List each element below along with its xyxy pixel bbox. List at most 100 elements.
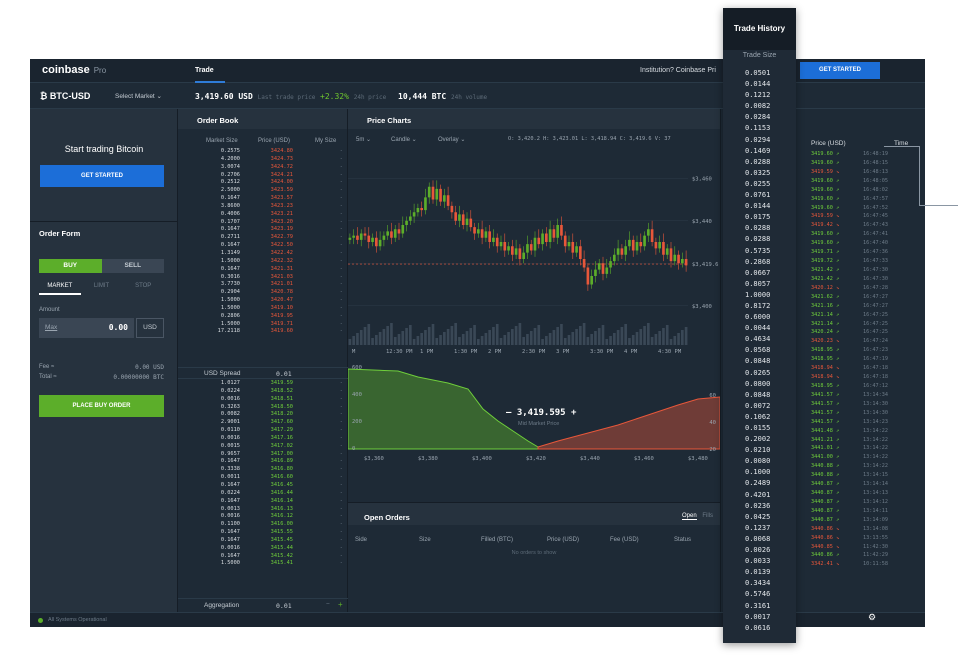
order-book-row[interactable]: 0.0016 3418.51 - [178,396,348,404]
order-book-row[interactable]: 0.2575 3424.80 - [178,148,348,156]
order-book-row[interactable]: 0.2512 3424.00 - [178,179,348,187]
order-book-row[interactable]: 0.3016 3421.03 - [178,274,348,282]
candle [575,246,578,253]
order-book-row[interactable]: 1.0127 3419.59 - [178,380,348,388]
order-book-row[interactable]: 0.1100 3416.00 - [178,521,348,529]
order-book-row[interactable]: 0.0110 3417.29 - [178,427,348,435]
order-book-row[interactable]: 0.1647 3423.57 - [178,195,348,203]
row-price: 3418.50 [270,403,293,410]
order-book-row[interactable]: 0.0016 3417.16 - [178,435,348,443]
order-book-row[interactable]: 0.0224 3418.52 - [178,388,348,396]
trade-time: 16:47:33 [863,258,888,265]
select-market-dropdown[interactable]: Select Market ⌄ [115,92,162,100]
depth-y-tick: 60 [709,393,716,399]
order-book-row[interactable]: 0.1647 3416.45 - [178,482,348,490]
order-book-row[interactable]: 1.5000 3422.32 - [178,258,348,266]
logo[interactable]: coinbase Pro [42,64,106,76]
order-book-row[interactable]: 0.3338 3416.80 - [178,466,348,474]
volume-bar [548,333,552,345]
trade-size: 0.0255 [745,179,771,188]
order-book-row[interactable]: 0.0016 3415.44 - [178,545,348,553]
row-my-size: - [339,312,343,319]
no-orders-message: No orders to show [511,550,557,556]
order-book-row[interactable]: 0.1647 3422.50 - [178,242,348,250]
trade-size: 0.0284 [745,113,771,122]
chart-type-dropdown[interactable]: Candle ⌄ [391,136,417,143]
order-book-row[interactable]: 0.0224 3416.44 - [178,490,348,498]
order-book-row[interactable]: 1.5000 3415.41 - [178,560,348,568]
order-book-row[interactable]: 0.0015 3417.02 - [178,443,348,451]
order-book-row[interactable]: 0.1647 3415.45 - [178,537,348,545]
order-book-row[interactable]: 1.5000 3420.47 - [178,297,348,305]
candlestick-chart[interactable]: $3,460 $3,440 $3,419.6 $3,400 M 12:30 PM 1 PM 1… [348,149,720,357]
trade-time: 16:47:24 [863,338,888,345]
order-book-row[interactable]: 0.1647 3416.14 - [178,498,348,506]
tab-stop[interactable]: STOP [122,283,164,295]
order-book-row[interactable]: 3.7730 3421.01 - [178,281,348,289]
order-book-row[interactable]: 3.0074 3424.72 - [178,164,348,172]
max-link[interactable]: Max [45,324,57,331]
row-price: 3417.00 [270,450,293,457]
order-book-row[interactable]: 0.1647 3415.55 - [178,529,348,537]
order-book-row[interactable]: 0.9657 3417.00 - [178,451,348,459]
depth-x-tick: $3,460 [634,456,654,462]
order-book-row[interactable]: 0.2806 3419.95 - [178,313,348,321]
overlay-dropdown[interactable]: Overlay ⌄ [438,136,465,143]
order-book-row[interactable]: 2.5000 3423.59 - [178,187,348,195]
order-book-row[interactable]: 17.2118 3419.60 - [178,328,348,336]
order-book-row[interactable]: 0.1647 3415.42 - [178,553,348,561]
trade-size: 0.0616 [745,623,771,632]
top-get-started-button[interactable]: GET STARTED [800,62,880,79]
row-size: 0.0224 [220,387,240,394]
tab-open[interactable]: Open [682,513,697,520]
candle [450,205,454,213]
volume-bar [488,330,491,345]
aggregation-minus-button[interactable]: − [326,601,330,608]
order-book-row[interactable]: 0.2706 3424.21 - [178,172,348,180]
order-book-row[interactable]: 0.4006 3423.21 - [178,211,348,219]
candle [586,267,590,285]
order-book-row[interactable]: 0.0011 3416.60 - [178,474,348,482]
order-book-row[interactable]: 0.1647 3416.89 - [178,458,348,466]
tab-fills[interactable]: Fills [702,513,713,519]
order-book-row[interactable]: 0.1647 3423.19 - [178,226,348,234]
buy-tab[interactable]: BUY [39,259,102,273]
order-book-row[interactable]: 0.2904 3420.78 - [178,289,348,297]
tab-limit[interactable]: LIMIT [81,283,123,295]
volume-bar [473,325,476,345]
order-book-row[interactable]: 1.5000 3419.71 - [178,321,348,329]
place-buy-order-button[interactable]: PLACE BUY ORDER [39,395,164,417]
order-book-row[interactable]: 0.1707 3423.20 - [178,219,348,227]
order-book-row[interactable]: 0.0013 3416.13 - [178,506,348,514]
order-form-title: Order Form [39,229,81,238]
row-price: 3423.57 [270,195,293,202]
order-book-row[interactable]: 2.9001 3417.60 - [178,419,348,427]
interval-dropdown[interactable]: 5m ⌄ [356,136,371,143]
trading-pair[interactable]: ₿ BTC-USD [40,91,90,101]
row-price: 3419.71 [270,320,293,327]
nav-trade-tab[interactable]: Trade [195,59,225,83]
candle [465,218,469,225]
order-book-row[interactable]: 1.5000 3419.10 - [178,305,348,313]
settings-icon[interactable]: ⚙ [868,612,876,623]
time-axis-tick: 2:30 PM [522,349,546,355]
order-book-row[interactable]: 0.2711 3422.79 - [178,234,348,242]
amount-input[interactable]: Max 0.00 [39,318,134,338]
aggregation-plus-button[interactable]: + [338,600,343,609]
volume-bar [594,331,597,345]
sell-tab[interactable]: SELL [101,259,164,273]
order-book-row[interactable]: 0.1647 3421.31 - [178,266,348,274]
order-book-row[interactable]: 1.3149 3422.42 - [178,250,348,258]
trade-size: 0.4201 [745,490,771,499]
institution-link[interactable]: Institution? Coinbase Pri [640,67,716,74]
row-size: 2.5000 [220,187,240,194]
tab-market[interactable]: MARKET [39,283,81,295]
left-get-started-button[interactable]: GET STARTED [40,165,164,187]
order-book-row[interactable]: 0.0016 3416.12 - [178,513,348,521]
order-book-row[interactable]: 0.0082 3418.20 - [178,411,348,419]
order-book-row[interactable]: 0.3263 3418.50 - [178,404,348,412]
order-book-row[interactable]: 4.2000 3424.73 - [178,156,348,164]
trade-size: 1.0000 [745,290,771,299]
order-book-row[interactable]: 3.8600 3423.23 - [178,203,348,211]
row-my-size: - [339,387,343,394]
